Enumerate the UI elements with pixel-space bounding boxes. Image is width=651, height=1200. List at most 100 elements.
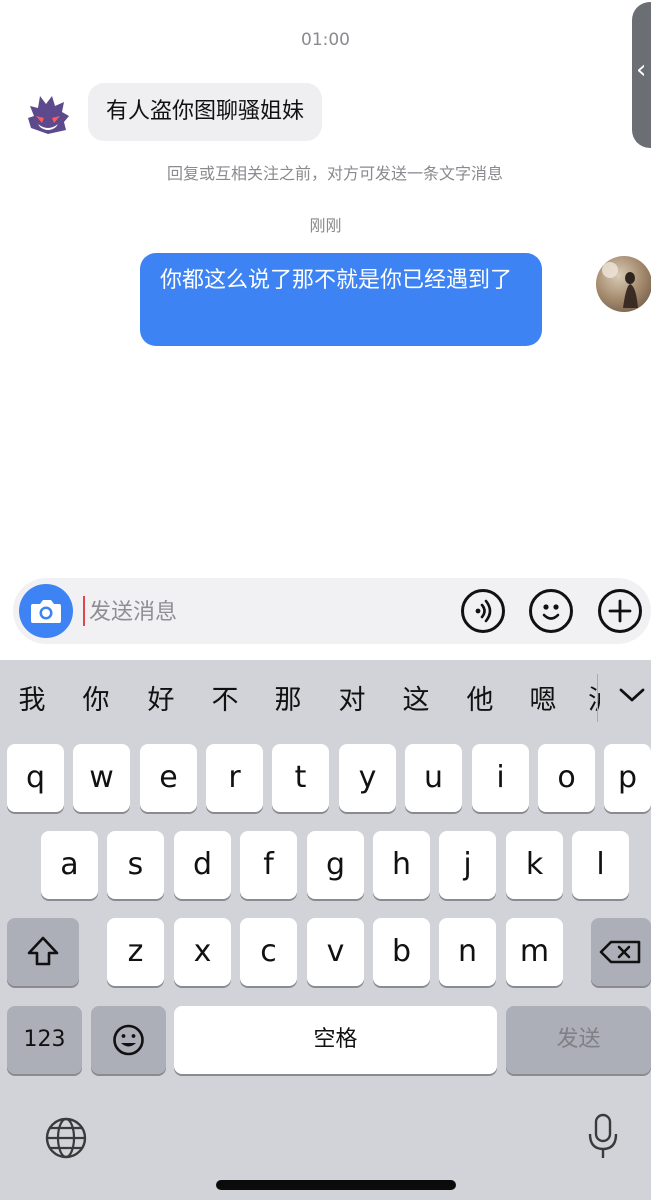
key-label: g [325, 847, 346, 882]
home-indicator [216, 1180, 456, 1190]
sender-avatar[interactable] [22, 88, 74, 140]
candidate-word[interactable]: 那 [268, 678, 308, 717]
message-timestamp: 刚刚 [309, 216, 342, 235]
voice-icon [475, 599, 492, 623]
key-label: d [192, 847, 213, 882]
key-t[interactable]: t [272, 744, 329, 812]
messaging-restriction-notice: 回复或互相关注之前，对方可发送一条文字消息 [166, 164, 503, 183]
collapse-candidates-button[interactable] [615, 680, 649, 710]
key-u[interactable]: u [405, 744, 462, 812]
candidate-word[interactable]: 泸 [588, 678, 600, 717]
candidate-bar: 我 你 好 不 那 对 这 他 嗯 泸 [0, 660, 651, 744]
key-label: c [260, 934, 277, 969]
candidate-word[interactable]: 嗯 [523, 678, 563, 717]
candidate-word[interactable]: 不 [205, 678, 245, 717]
key-b[interactable]: b [373, 918, 430, 986]
plus-icon [608, 599, 632, 623]
key-label: k [525, 847, 544, 882]
camera-button[interactable] [19, 584, 73, 638]
message-timestamp: 01:00 [301, 30, 350, 50]
key-label: x [193, 934, 212, 969]
key-label: i [496, 760, 505, 795]
incoming-message-bubble[interactable]: 有人盗你图聊骚姐妹 [88, 83, 323, 141]
message-input[interactable] [87, 578, 451, 646]
key-g[interactable]: g [307, 831, 364, 899]
key-k[interactable]: k [506, 831, 563, 899]
key-label: y [358, 760, 377, 795]
key-label: 发送 [556, 1027, 601, 1052]
candidate-word[interactable]: 我 [12, 678, 52, 717]
candidate-word[interactable]: 你 [76, 678, 116, 717]
key-label: n [457, 934, 477, 969]
candidate-word[interactable]: 对 [332, 678, 372, 717]
key-label: v [326, 934, 345, 969]
candidate-word[interactable]: 好 [141, 678, 181, 717]
keyboard: 我 你 好 不 那 对 这 他 嗯 泸 q w e r t y u i o p … [0, 660, 651, 1200]
key-label: j [463, 847, 472, 882]
key-label: 123 [23, 1027, 66, 1052]
key-y[interactable]: y [339, 744, 396, 812]
key-label: h [391, 847, 411, 882]
emoji-key[interactable] [91, 1006, 166, 1074]
emoji-button[interactable] [529, 589, 573, 633]
globe-icon [45, 1117, 87, 1159]
key-o[interactable]: o [538, 744, 595, 812]
key-l[interactable]: l [572, 831, 629, 899]
key-d[interactable]: d [174, 831, 231, 899]
divider [597, 674, 598, 722]
key-r[interactable]: r [206, 744, 263, 812]
voice-button[interactable] [461, 589, 505, 633]
delete-key[interactable] [591, 918, 651, 986]
microphone-button[interactable] [585, 1112, 621, 1162]
microphone-icon [588, 1113, 618, 1158]
add-button[interactable] [598, 589, 642, 633]
key-v[interactable]: v [307, 918, 364, 986]
delete-icon [599, 940, 641, 964]
key-w[interactable]: w [73, 744, 130, 812]
key-s[interactable]: s [107, 831, 164, 899]
key-label: q [25, 760, 46, 795]
chat-area: ‹ 01:00 有人盗你图聊骚姐妹 回复或互相关注之前，对方可发送一条文字消息 … [0, 0, 651, 660]
globe-button[interactable] [44, 1116, 88, 1160]
key-z[interactable]: z [107, 918, 164, 986]
key-j[interactable]: j [439, 831, 496, 899]
key-a[interactable]: a [41, 831, 98, 899]
key-i[interactable]: i [472, 744, 529, 812]
key-label: z [127, 934, 144, 969]
key-n[interactable]: n [439, 918, 496, 986]
my-avatar[interactable] [596, 256, 651, 312]
key-c[interactable]: c [240, 918, 297, 986]
key-h[interactable]: h [373, 831, 430, 899]
space-key[interactable]: 空格 [174, 1006, 497, 1074]
message-input-bar [13, 578, 651, 646]
key-label: m [519, 934, 550, 969]
key-e[interactable]: e [140, 744, 197, 812]
key-label: s [127, 847, 144, 882]
key-f[interactable]: f [240, 831, 297, 899]
key-label: o [557, 760, 576, 795]
side-panel-handle[interactable]: ‹ [632, 2, 651, 148]
candidate-word[interactable]: 他 [460, 678, 500, 717]
emoji-icon [542, 604, 560, 620]
key-m[interactable]: m [506, 918, 563, 986]
outgoing-message-bubble[interactable]: 你都这么说了那不就是你已经遇到了 [140, 253, 542, 346]
key-label: r [228, 760, 241, 795]
shift-key[interactable] [7, 918, 79, 986]
key-label: w [89, 760, 114, 795]
numbers-key[interactable]: 123 [7, 1006, 82, 1074]
camera-icon [31, 600, 61, 623]
candidate-word[interactable]: 这 [396, 678, 436, 717]
chevron-down-icon [619, 688, 645, 702]
key-label: 空格 [313, 1027, 358, 1052]
key-q[interactable]: q [7, 744, 64, 812]
key-x[interactable]: x [174, 918, 231, 986]
emoji-icon [113, 1024, 144, 1056]
send-key[interactable]: 发送 [506, 1006, 651, 1074]
shift-icon [27, 936, 59, 966]
key-label: f [263, 847, 274, 882]
key-p[interactable]: p [604, 744, 651, 812]
text-cursor [83, 596, 85, 626]
key-label: l [596, 847, 605, 882]
key-label: u [423, 760, 443, 795]
key-label: b [391, 934, 412, 969]
